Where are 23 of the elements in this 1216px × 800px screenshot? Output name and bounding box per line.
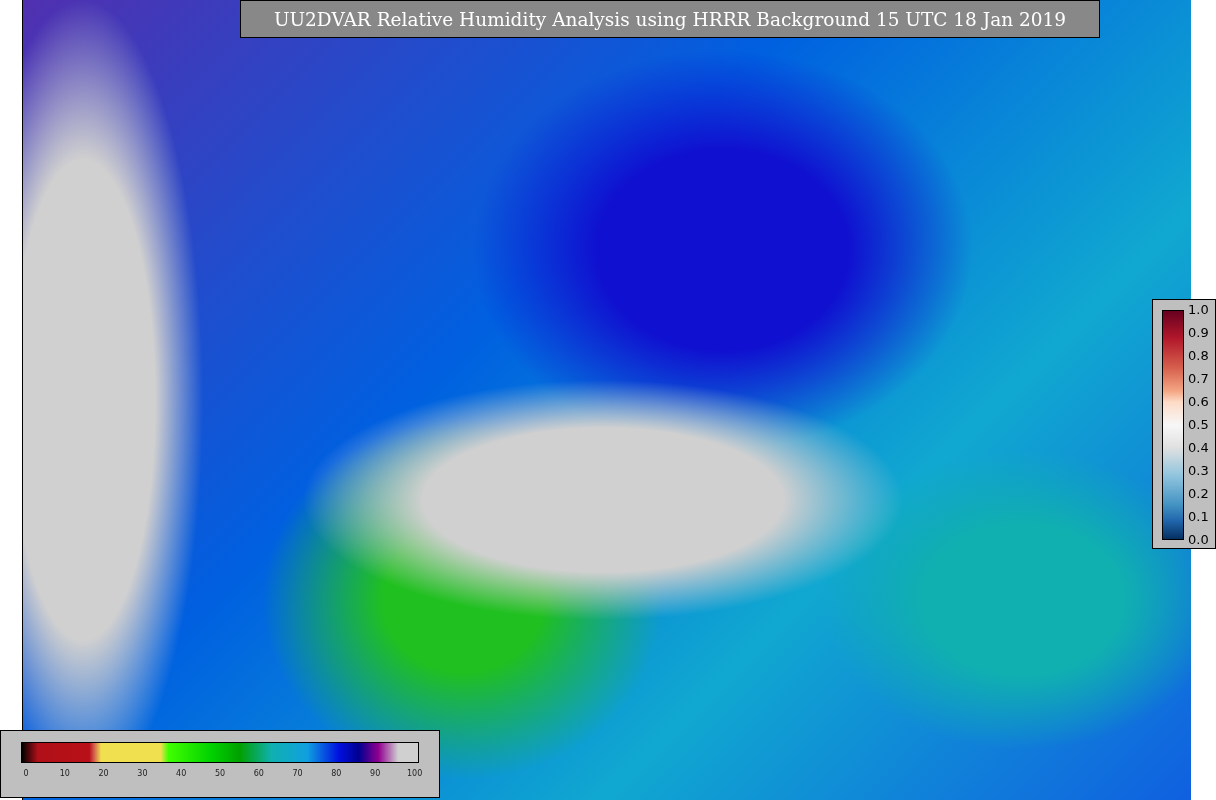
map-title: UU2DVAR Relative Humidity Analysis using HRRR Background 15 UTC 18 Jan 2019	[240, 0, 1100, 38]
tick-label: 0.8	[1188, 349, 1209, 363]
tick-label: 30	[136, 769, 149, 778]
tick-label: 0.6	[1188, 395, 1209, 409]
tick-label: 0.3	[1188, 464, 1209, 478]
tick-label: 20	[97, 769, 110, 778]
tick-label: 40	[175, 769, 188, 778]
tick-label: 1.0	[1188, 303, 1209, 317]
tick-label: 70	[291, 769, 304, 778]
tick-label: 50	[213, 769, 227, 778]
tick-label: 0.7	[1188, 372, 1209, 386]
tick-label: 100	[406, 769, 421, 778]
tick-label: 10	[58, 769, 71, 778]
tick-label: 0.4	[1188, 441, 1209, 455]
tick-label: 60	[252, 769, 265, 778]
tick-label: 80	[330, 769, 343, 778]
tick-label: 0.9	[1188, 326, 1209, 340]
tick-label: 0.1	[1188, 510, 1209, 524]
tick-label: 90	[369, 769, 382, 778]
tick-label: 0	[22, 769, 30, 778]
tick-label: 0.2	[1188, 487, 1209, 501]
tick-label: 0.5	[1188, 418, 1209, 432]
tick-label: 0.0	[1188, 533, 1209, 547]
